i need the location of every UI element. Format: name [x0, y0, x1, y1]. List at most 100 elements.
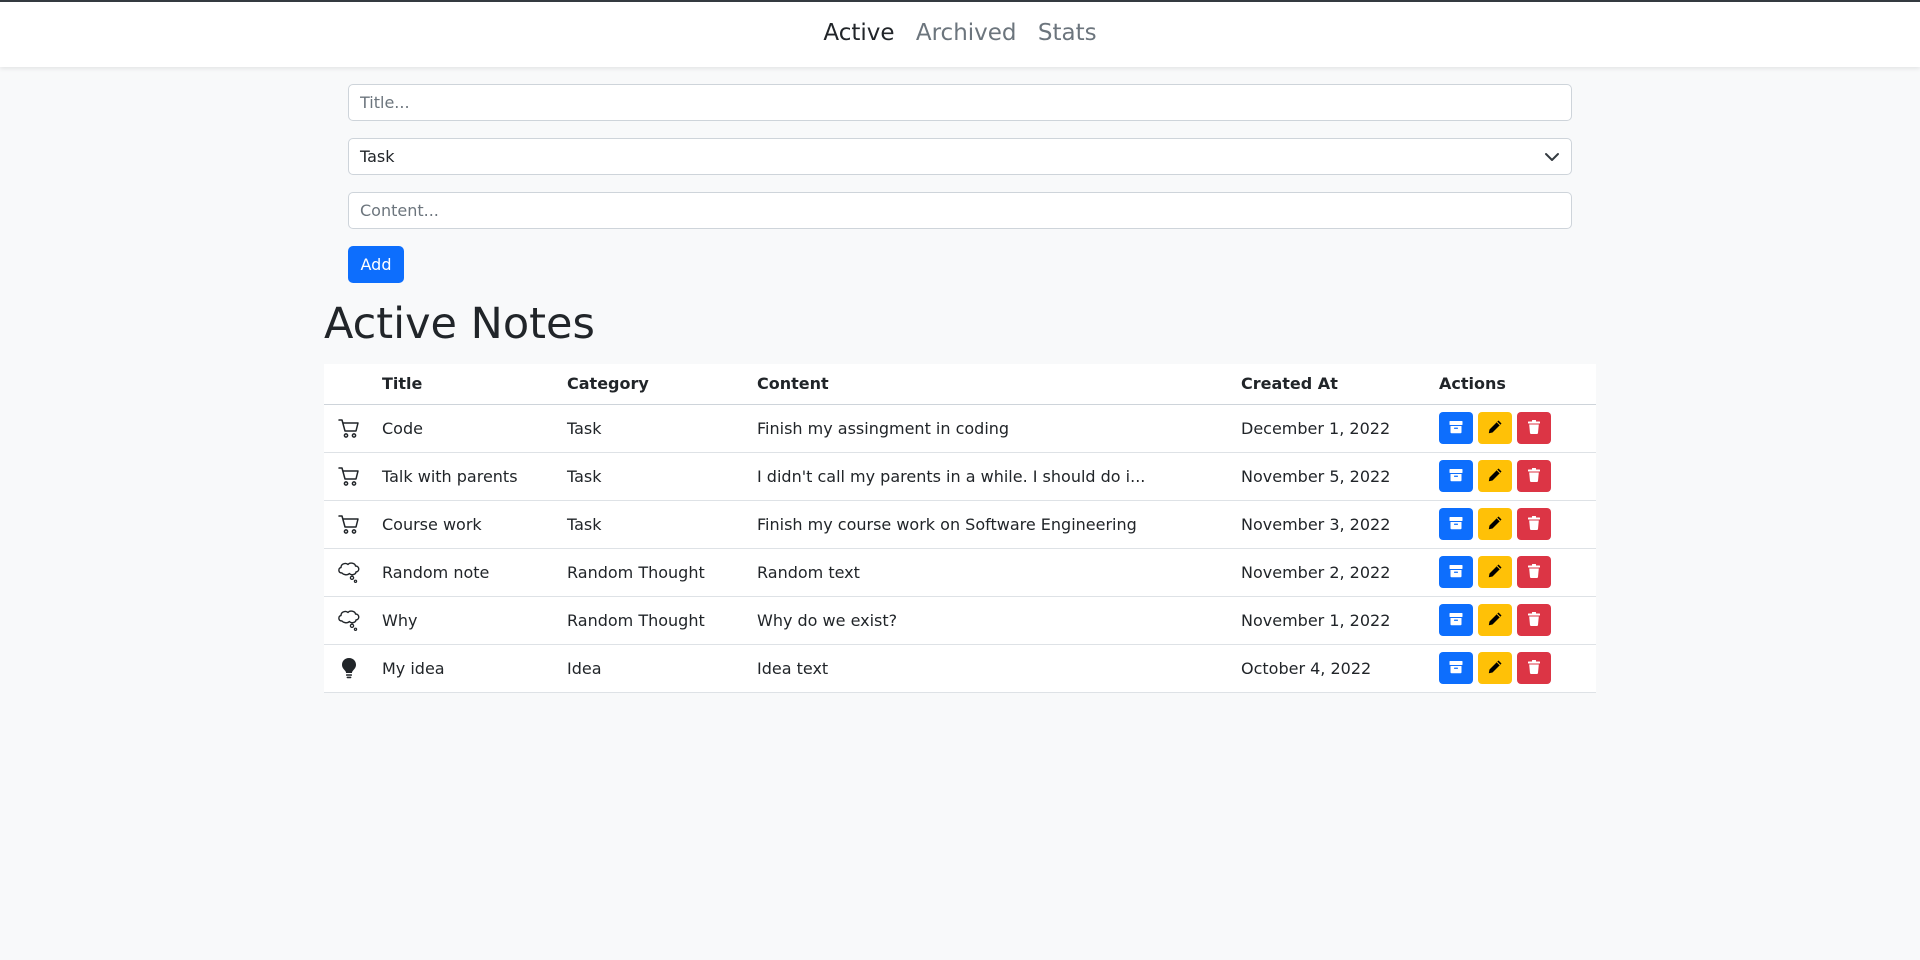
row-category: Task [559, 452, 749, 501]
trash-icon [1526, 515, 1542, 534]
edit-button[interactable] [1478, 508, 1512, 540]
row-category: Task [559, 404, 749, 453]
table-row: My idea Idea Idea text October 4, 2022 [324, 644, 1596, 693]
header-category: Category [559, 364, 749, 405]
row-title: My idea [374, 644, 559, 693]
top-navbar: Active Archived Stats [0, 0, 1920, 67]
delete-button[interactable] [1517, 556, 1551, 588]
row-content: Random text [749, 548, 1233, 597]
archive-icon [1448, 515, 1464, 534]
row-icon-cell [324, 596, 374, 645]
add-button[interactable]: Add [348, 246, 404, 283]
row-actions [1431, 500, 1596, 549]
table-row: Random note Random Thought Random text Nove… [324, 548, 1596, 597]
row-title: Code [374, 404, 559, 453]
cart-icon [337, 514, 361, 534]
archive-icon [1448, 563, 1464, 582]
table-row: Talk with parents Task I didn't call my pa… [324, 452, 1596, 501]
delete-button[interactable] [1517, 412, 1551, 444]
pencil-icon [1487, 467, 1503, 486]
delete-button[interactable] [1517, 652, 1551, 684]
row-content: Why do we exist? [749, 596, 1233, 645]
nav-tab-active[interactable]: Active [823, 20, 894, 46]
chevron-down-icon [1545, 152, 1559, 161]
header-created-at: Created At [1233, 364, 1431, 405]
header-icon [324, 364, 374, 405]
archive-icon [1448, 659, 1464, 678]
nav-tab-stats[interactable]: Stats [1038, 20, 1097, 46]
pencil-icon [1487, 419, 1503, 438]
table-row: Code Task Finish my assingment in coding De… [324, 404, 1596, 453]
row-title: Talk with parents [374, 452, 559, 501]
edit-button[interactable] [1478, 412, 1512, 444]
thought-bubble-icon [336, 562, 362, 583]
trash-icon [1526, 419, 1542, 438]
edit-button[interactable] [1478, 652, 1512, 684]
archive-button[interactable] [1439, 604, 1473, 636]
row-icon-cell [324, 452, 374, 501]
row-title: Why [374, 596, 559, 645]
notes-table: Title Category Content Created At Action… [324, 364, 1596, 693]
delete-button[interactable] [1517, 508, 1551, 540]
row-icon-cell [324, 548, 374, 597]
row-created-at: October 4, 2022 [1233, 644, 1431, 693]
pencil-icon [1487, 563, 1503, 582]
header-content: Content [749, 364, 1233, 405]
header-title: Title [374, 364, 559, 405]
lightbulb-icon [337, 658, 361, 679]
table-row: Course work Task Finish my course work on … [324, 500, 1596, 549]
nav-tab-archived[interactable]: Archived [916, 20, 1017, 46]
row-title: Course work [374, 500, 559, 549]
row-actions [1431, 548, 1596, 597]
delete-button[interactable] [1517, 460, 1551, 492]
notes-table-body: Code Task Finish my assingment in coding De… [324, 404, 1596, 693]
pencil-icon [1487, 515, 1503, 534]
row-content: Idea text [749, 644, 1233, 693]
category-select[interactable]: Task [348, 138, 1572, 175]
archive-button[interactable] [1439, 652, 1473, 684]
cart-icon [337, 466, 361, 486]
row-category: Idea [559, 644, 749, 693]
row-category: Random Thought [559, 548, 749, 597]
table-header-row: Title Category Content Created At Action… [324, 364, 1596, 405]
row-created-at: November 3, 2022 [1233, 500, 1431, 549]
title-input[interactable] [348, 84, 1572, 121]
row-category: Random Thought [559, 596, 749, 645]
row-content: I didn't call my parents in a while. I s… [749, 452, 1233, 501]
delete-button[interactable] [1517, 604, 1551, 636]
row-title: Random note [374, 548, 559, 597]
edit-button[interactable] [1478, 556, 1512, 588]
row-actions [1431, 596, 1596, 645]
pencil-icon [1487, 659, 1503, 678]
archive-button[interactable] [1439, 508, 1473, 540]
trash-icon [1526, 563, 1542, 582]
row-actions [1431, 644, 1596, 693]
row-content: Finish my assingment in coding [749, 404, 1233, 453]
row-category: Task [559, 500, 749, 549]
content-input[interactable] [348, 192, 1572, 229]
archive-button[interactable] [1439, 412, 1473, 444]
pencil-icon [1487, 611, 1503, 630]
row-icon-cell [324, 644, 374, 693]
trash-icon [1526, 611, 1542, 630]
edit-button[interactable] [1478, 460, 1512, 492]
thought-bubble-icon [336, 610, 362, 631]
header-actions: Actions [1431, 364, 1596, 405]
table-row: Why Random Thought Why do we exist? Novembe… [324, 596, 1596, 645]
row-actions [1431, 452, 1596, 501]
cart-icon [337, 418, 361, 438]
row-actions [1431, 404, 1596, 453]
archive-button[interactable] [1439, 556, 1473, 588]
archive-button[interactable] [1439, 460, 1473, 492]
edit-button[interactable] [1478, 604, 1512, 636]
archive-icon [1448, 467, 1464, 486]
trash-icon [1526, 659, 1542, 678]
row-icon-cell [324, 404, 374, 453]
row-created-at: November 2, 2022 [1233, 548, 1431, 597]
row-icon-cell [324, 500, 374, 549]
trash-icon [1526, 467, 1542, 486]
archive-icon [1448, 611, 1464, 630]
row-content: Finish my course work on Software Engine… [749, 500, 1233, 549]
row-created-at: November 1, 2022 [1233, 596, 1431, 645]
page-title: Active Notes [324, 299, 595, 349]
